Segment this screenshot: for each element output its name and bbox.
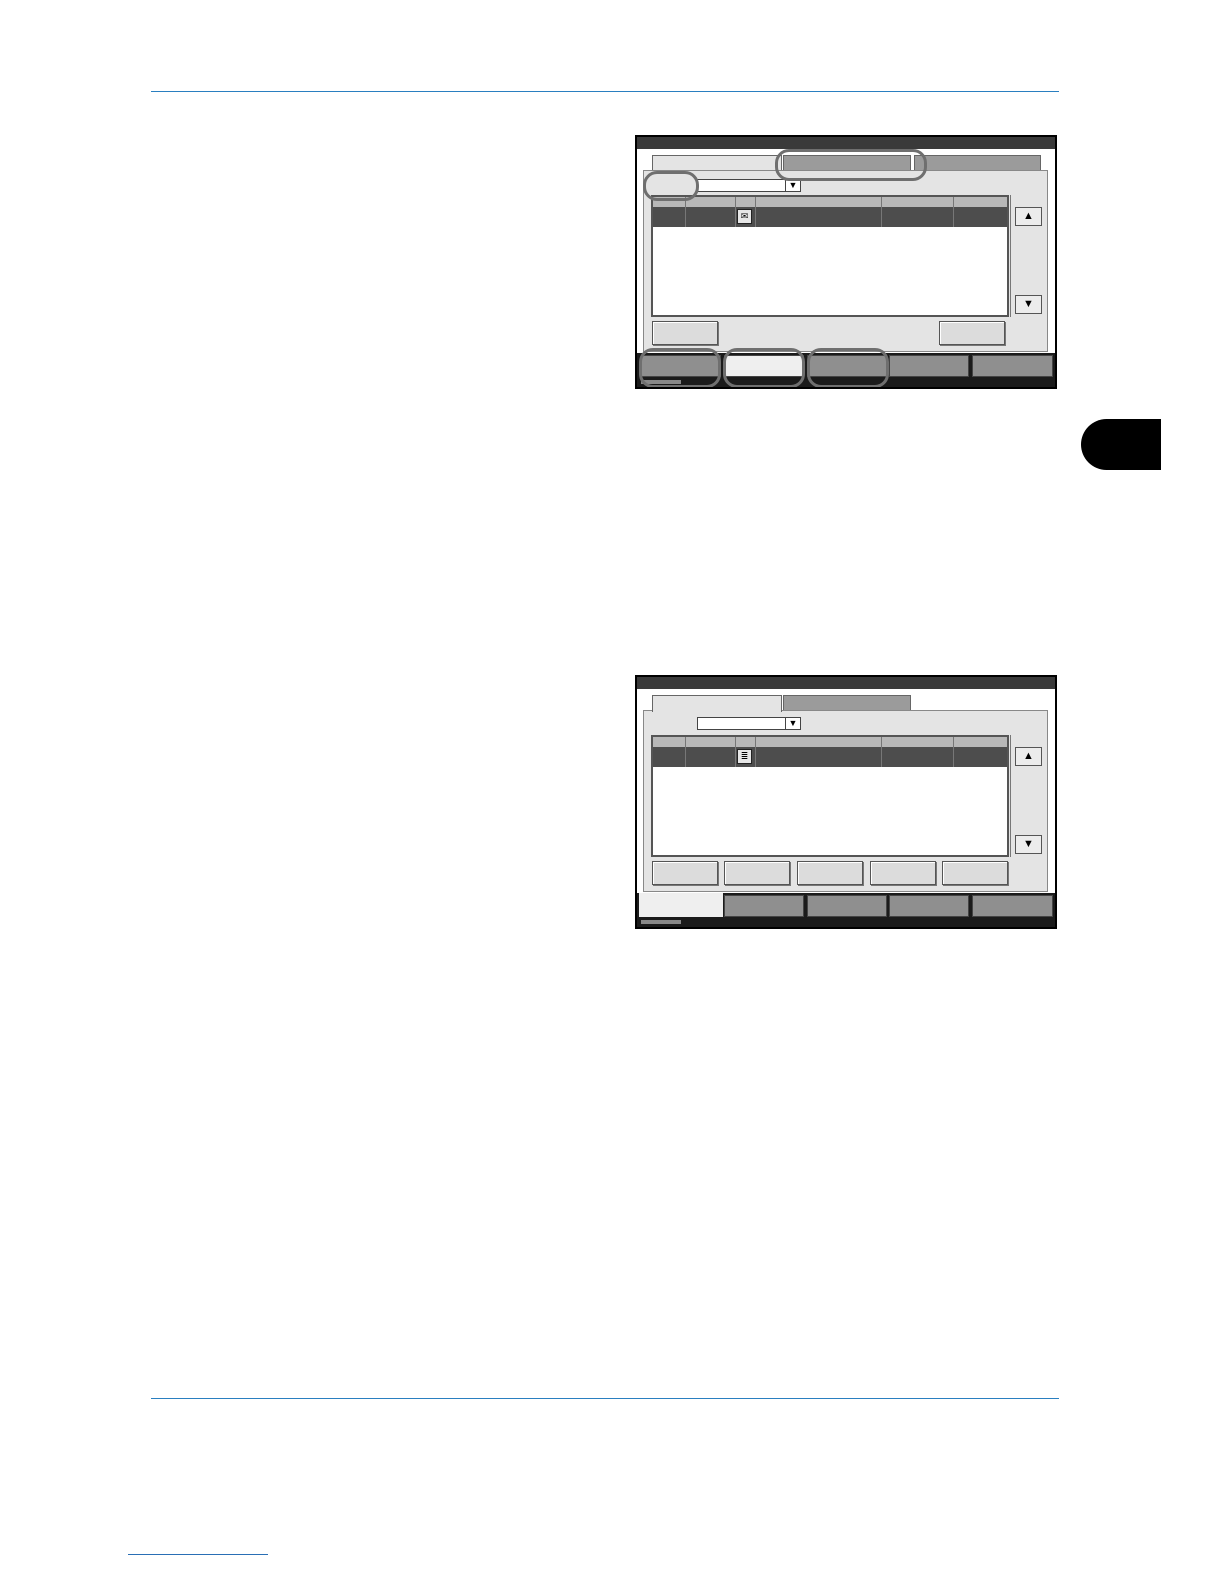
bottom-tab-2[interactable] — [724, 895, 804, 917]
highlight-sort — [643, 171, 699, 201]
scrollbar[interactable]: ▲ ▼ — [1010, 195, 1044, 317]
footer-rule — [151, 1398, 1059, 1399]
scrollbar[interactable]: ▲ ▼ — [1010, 735, 1044, 857]
arrow-up-icon[interactable]: ▲ — [1015, 747, 1042, 766]
document-table: ✉ — [651, 195, 1009, 317]
footer-link-underline — [128, 1554, 268, 1555]
arrow-down-icon[interactable]: ▼ — [1015, 835, 1042, 854]
bottom-tab-1[interactable] — [639, 893, 723, 917]
highlight-tab — [775, 149, 927, 181]
bottom-tab-3[interactable] — [807, 895, 887, 917]
arrow-up-icon[interactable]: ▲ — [1015, 207, 1042, 226]
arrow-down-icon[interactable]: ▼ — [1015, 295, 1042, 314]
action-button-1[interactable] — [652, 861, 718, 885]
highlight-bottom-2 — [723, 348, 805, 387]
bottom-tab-4[interactable] — [889, 355, 969, 377]
document-table: ≣ — [651, 735, 1009, 857]
chevron-down-icon: ▼ — [785, 717, 800, 730]
title-bar — [637, 137, 1055, 149]
chapter-tab-marker — [1081, 419, 1161, 470]
action-button-3[interactable] — [797, 861, 863, 885]
title-bar — [637, 677, 1055, 689]
screen-1: ▼ ✉ ▲ ▼ — [635, 135, 1057, 389]
sort-dropdown[interactable]: ▼ — [697, 179, 801, 192]
right-action-button[interactable] — [939, 321, 1005, 345]
header-rule — [151, 91, 1059, 92]
highlight-bottom-3 — [807, 348, 889, 387]
action-button-2[interactable] — [724, 861, 790, 885]
bottom-bar — [637, 893, 1055, 927]
action-button-4[interactable] — [870, 861, 936, 885]
envelope-icon: ✉ — [737, 209, 752, 224]
document-list-icon: ≣ — [737, 749, 752, 764]
left-action-button[interactable] — [652, 321, 718, 345]
tab-left[interactable] — [652, 695, 782, 712]
sort-dropdown[interactable]: ▼ — [697, 717, 801, 730]
bottom-tab-5[interactable] — [972, 895, 1053, 917]
screen-2: ▼ ≣ ▲ ▼ — [635, 675, 1057, 929]
bottom-tab-5[interactable] — [972, 355, 1053, 377]
action-button-5[interactable] — [942, 861, 1008, 885]
status-indicator — [641, 920, 681, 924]
highlight-bottom-1 — [639, 348, 721, 387]
bottom-tab-4[interactable] — [889, 895, 969, 917]
